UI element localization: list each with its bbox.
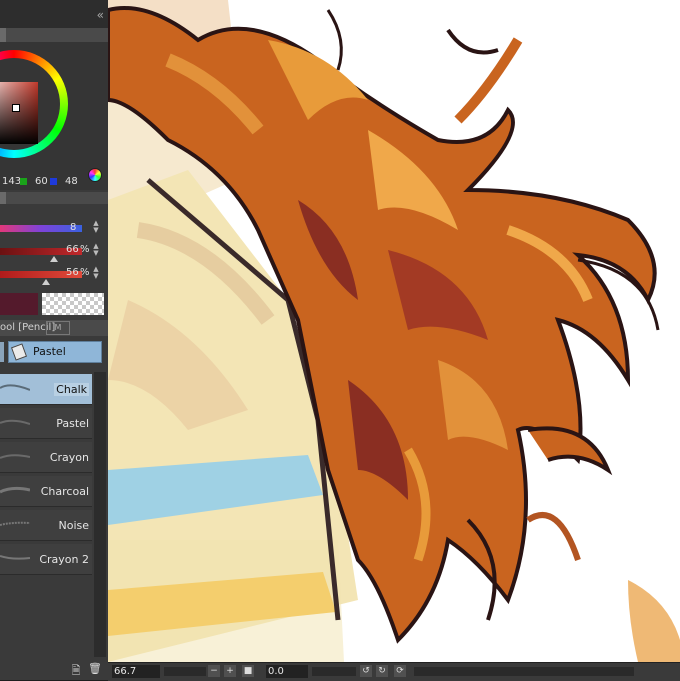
list-item[interactable]: Pastel <box>0 408 92 439</box>
brush-stroke-preview-icon <box>0 419 30 425</box>
list-item[interactable]: Charcoal <box>0 476 92 507</box>
subtool-name: Charcoal <box>40 485 89 498</box>
subtool-name: Noise <box>58 519 89 532</box>
blue-indicator <box>50 178 57 185</box>
rotate-left-icon[interactable]: ↺ <box>360 665 372 677</box>
brush-stroke-preview-icon <box>0 486 30 494</box>
eraser-icon <box>10 343 28 361</box>
color-wheel-icon[interactable] <box>88 168 102 182</box>
brush-stroke-preview-icon <box>0 521 30 526</box>
zoom-level-field[interactable]: 66.7 <box>112 665 160 678</box>
green-indicator <box>20 178 27 185</box>
density-value[interactable]: 56 <box>66 267 79 278</box>
subtool-header: ool [Pencil] M <box>0 320 108 336</box>
list-item[interactable]: Noise <box>0 510 92 541</box>
blue-value[interactable]: 48 <box>65 176 78 187</box>
red-value[interactable]: 143 <box>2 176 21 187</box>
main-color-swatch[interactable] <box>0 293 38 315</box>
fit-to-window-icon[interactable]: ■ <box>242 665 254 677</box>
saturation-value-square[interactable] <box>0 82 38 144</box>
subtool-name: Pastel <box>56 417 89 430</box>
tool-property-tab[interactable] <box>0 192 6 204</box>
subtool-name: Crayon 2 <box>39 553 89 566</box>
double-chevron-left-icon[interactable]: « <box>97 8 104 22</box>
subtool-list-scrollbar[interactable] <box>94 372 106 657</box>
opacity-spinner[interactable]: ▲ ▼ <box>91 243 101 257</box>
subtool-menu-tab[interactable]: M <box>46 321 70 335</box>
transparent-color-swatch[interactable] <box>42 293 104 315</box>
canvas-status-bar: 66.7 − + ■ 0.0 ↺ ↻ ⟳ <box>108 662 680 681</box>
opacity-slider-handle[interactable] <box>50 256 59 262</box>
pencil-group-button[interactable] <box>0 342 4 362</box>
zoom-out-icon[interactable]: − <box>208 665 220 677</box>
brush-stroke-preview-icon <box>0 454 30 459</box>
opacity-unit: % <box>80 244 90 255</box>
color-cursor[interactable] <box>12 104 20 112</box>
brush-size-spinner[interactable]: ▲ ▼ <box>91 220 101 234</box>
rotation-slider[interactable] <box>312 667 356 676</box>
subtool-name: Crayon <box>49 451 89 464</box>
density-spinner[interactable]: ▲ ▼ <box>91 266 101 280</box>
subtool-name: Chalk <box>54 383 89 396</box>
brush-stroke-preview-icon <box>0 384 30 391</box>
drawing-canvas[interactable] <box>108 0 680 662</box>
density-unit: % <box>80 267 90 278</box>
subtool-footer: 🗎 🗑 <box>64 660 108 680</box>
list-item[interactable]: Chalk <box>0 374 92 405</box>
subtool-group-row: Pastel <box>0 338 108 366</box>
rotate-right-icon[interactable]: ↻ <box>376 665 388 677</box>
color-wheel-header <box>0 28 108 42</box>
density-slider-handle[interactable] <box>41 279 50 285</box>
brush-size-value[interactable]: 8 <box>70 222 76 233</box>
pastel-group-button[interactable]: Pastel <box>8 341 102 363</box>
brush-stroke-preview-icon <box>0 555 30 560</box>
pastel-group-label: Pastel <box>33 345 66 358</box>
green-value[interactable]: 60 <box>35 176 48 187</box>
left-panel: « 143 60 48 8 ▲ ▼ 66 % ▲ ▼ 56 % ▲ ▼ ool [Pe… <box>0 0 108 680</box>
panel-title-bar: « <box>0 0 108 28</box>
color-wheel-tab[interactable] <box>0 28 6 42</box>
zoom-slider[interactable] <box>164 667 206 676</box>
rotation-field[interactable]: 0.0 <box>266 665 308 678</box>
horizontal-scrollbar[interactable] <box>414 667 634 676</box>
list-item[interactable]: Crayon <box>0 442 92 473</box>
trash-icon[interactable]: 🗑 <box>88 662 102 676</box>
tool-property-header <box>0 192 108 204</box>
artwork-illustration <box>108 0 680 662</box>
zoom-in-icon[interactable]: + <box>224 665 236 677</box>
opacity-value[interactable]: 66 <box>66 244 79 255</box>
list-item[interactable]: Crayon 2 <box>0 544 92 575</box>
new-page-icon[interactable]: 🗎 <box>70 662 82 677</box>
reset-rotation-icon[interactable]: ⟳ <box>394 665 406 677</box>
